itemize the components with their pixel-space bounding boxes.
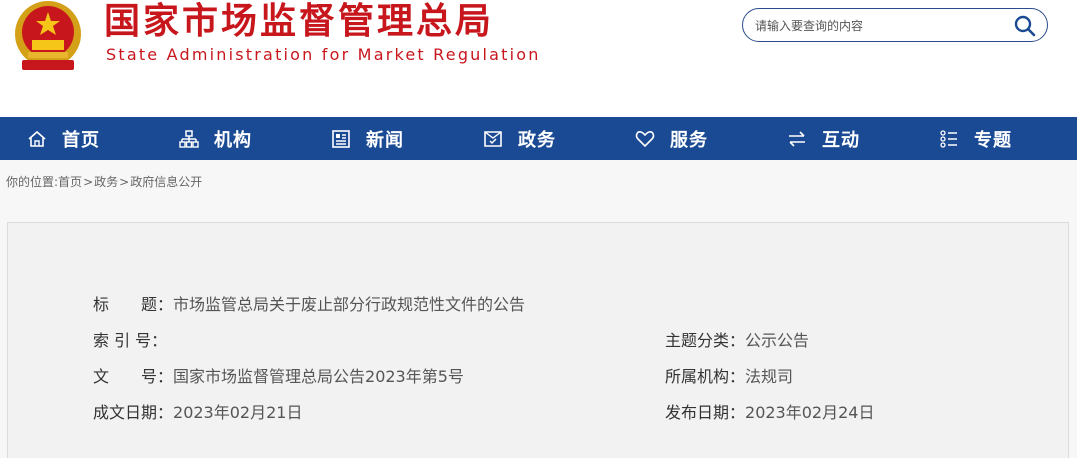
search-icon[interactable] <box>1013 14 1037 38</box>
nav-item-label: 新闻 <box>366 129 404 151</box>
nav-item-topic[interactable]: 专题 <box>912 117 1064 160</box>
info-row-created: 成文日期：2023年02月21日 <box>93 399 302 423</box>
site-header: 国家市场监督管理总局 State Administration for Mark… <box>0 0 1077 117</box>
published-date-label: 发布日期： <box>665 403 746 422</box>
nav-item-label: 机构 <box>214 129 252 151</box>
info-row-topic: 主题分类：公示公告 <box>665 327 809 351</box>
org-icon <box>179 129 199 148</box>
doc-no-value: 国家市场监督管理总局公告2023年第5号 <box>173 367 464 386</box>
info-row-index: 索 引 号： <box>93 327 167 351</box>
nav-item-home[interactable]: 首页 <box>0 117 152 160</box>
nav-item-news[interactable]: 新闻 <box>304 117 456 160</box>
breadcrumb: 你的位置:首页>政务>政府信息公开 <box>6 173 202 190</box>
nav-item-service[interactable]: 服务 <box>608 117 760 160</box>
info-row-org: 所属机构：法规司 <box>665 363 793 387</box>
home-icon <box>28 130 46 147</box>
breadcrumb-link-info[interactable]: 政府信息公开 <box>130 175 202 189</box>
breadcrumb-separator: > <box>83 175 94 189</box>
nav-item-label: 互动 <box>822 129 860 151</box>
nav-item-gov[interactable]: 政务 <box>456 117 608 160</box>
topic-label: 主题分类： <box>665 331 746 350</box>
document-info-panel: 标 题：市场监管总局关于废止部分行政规范性文件的公告 索 引 号： 主题分类：公… <box>7 222 1069 458</box>
search-input[interactable] <box>755 15 1005 37</box>
index-label: 索 引 号： <box>93 331 168 350</box>
breadcrumb-prefix: 你的位置: <box>6 175 59 189</box>
created-date-value: 2023年02月21日 <box>173 403 303 422</box>
list-icon <box>940 129 957 148</box>
national-emblem-icon[interactable] <box>8 0 88 72</box>
breadcrumb-separator: > <box>119 175 130 189</box>
title-value: 市场监管总局关于废止部分行政规范性文件的公告 <box>173 295 526 314</box>
exchange-icon <box>789 130 805 147</box>
info-row-doc-no: 文 号：国家市场监督管理总局公告2023年第5号 <box>93 363 464 387</box>
nav-item-label: 专题 <box>974 129 1012 151</box>
site-subtitle: State Administration for Market Regulati… <box>106 45 541 64</box>
nav-item-label: 服务 <box>670 129 708 151</box>
gov-icon <box>484 130 502 147</box>
org-label: 所属机构： <box>665 367 746 386</box>
nav-item-label: 政务 <box>518 129 556 151</box>
published-date-value: 2023年02月24日 <box>745 403 875 422</box>
site-title[interactable]: 国家市场监督管理总局 <box>104 0 494 44</box>
search-box <box>742 8 1048 42</box>
main-nav: 首页 机构 新闻 政务 服务 互动 专题 <box>0 117 1077 160</box>
news-icon <box>332 129 350 148</box>
title-label: 标 题： <box>93 295 174 314</box>
nav-item-interact[interactable]: 互动 <box>760 117 912 160</box>
org-value: 法规司 <box>745 367 794 386</box>
breadcrumb-link-gov[interactable]: 政务 <box>94 175 118 189</box>
created-date-label: 成文日期： <box>93 403 174 422</box>
nav-item-label: 首页 <box>62 129 100 151</box>
breadcrumb-link-home[interactable]: 首页 <box>58 175 82 189</box>
heart-icon <box>635 130 655 147</box>
info-row-title: 标 题：市场监管总局关于废止部分行政规范性文件的公告 <box>93 291 525 315</box>
nav-item-org[interactable]: 机构 <box>152 117 304 160</box>
doc-no-label: 文 号： <box>93 367 174 386</box>
info-row-published: 发布日期：2023年02月24日 <box>665 399 874 423</box>
topic-value: 公示公告 <box>745 331 810 350</box>
